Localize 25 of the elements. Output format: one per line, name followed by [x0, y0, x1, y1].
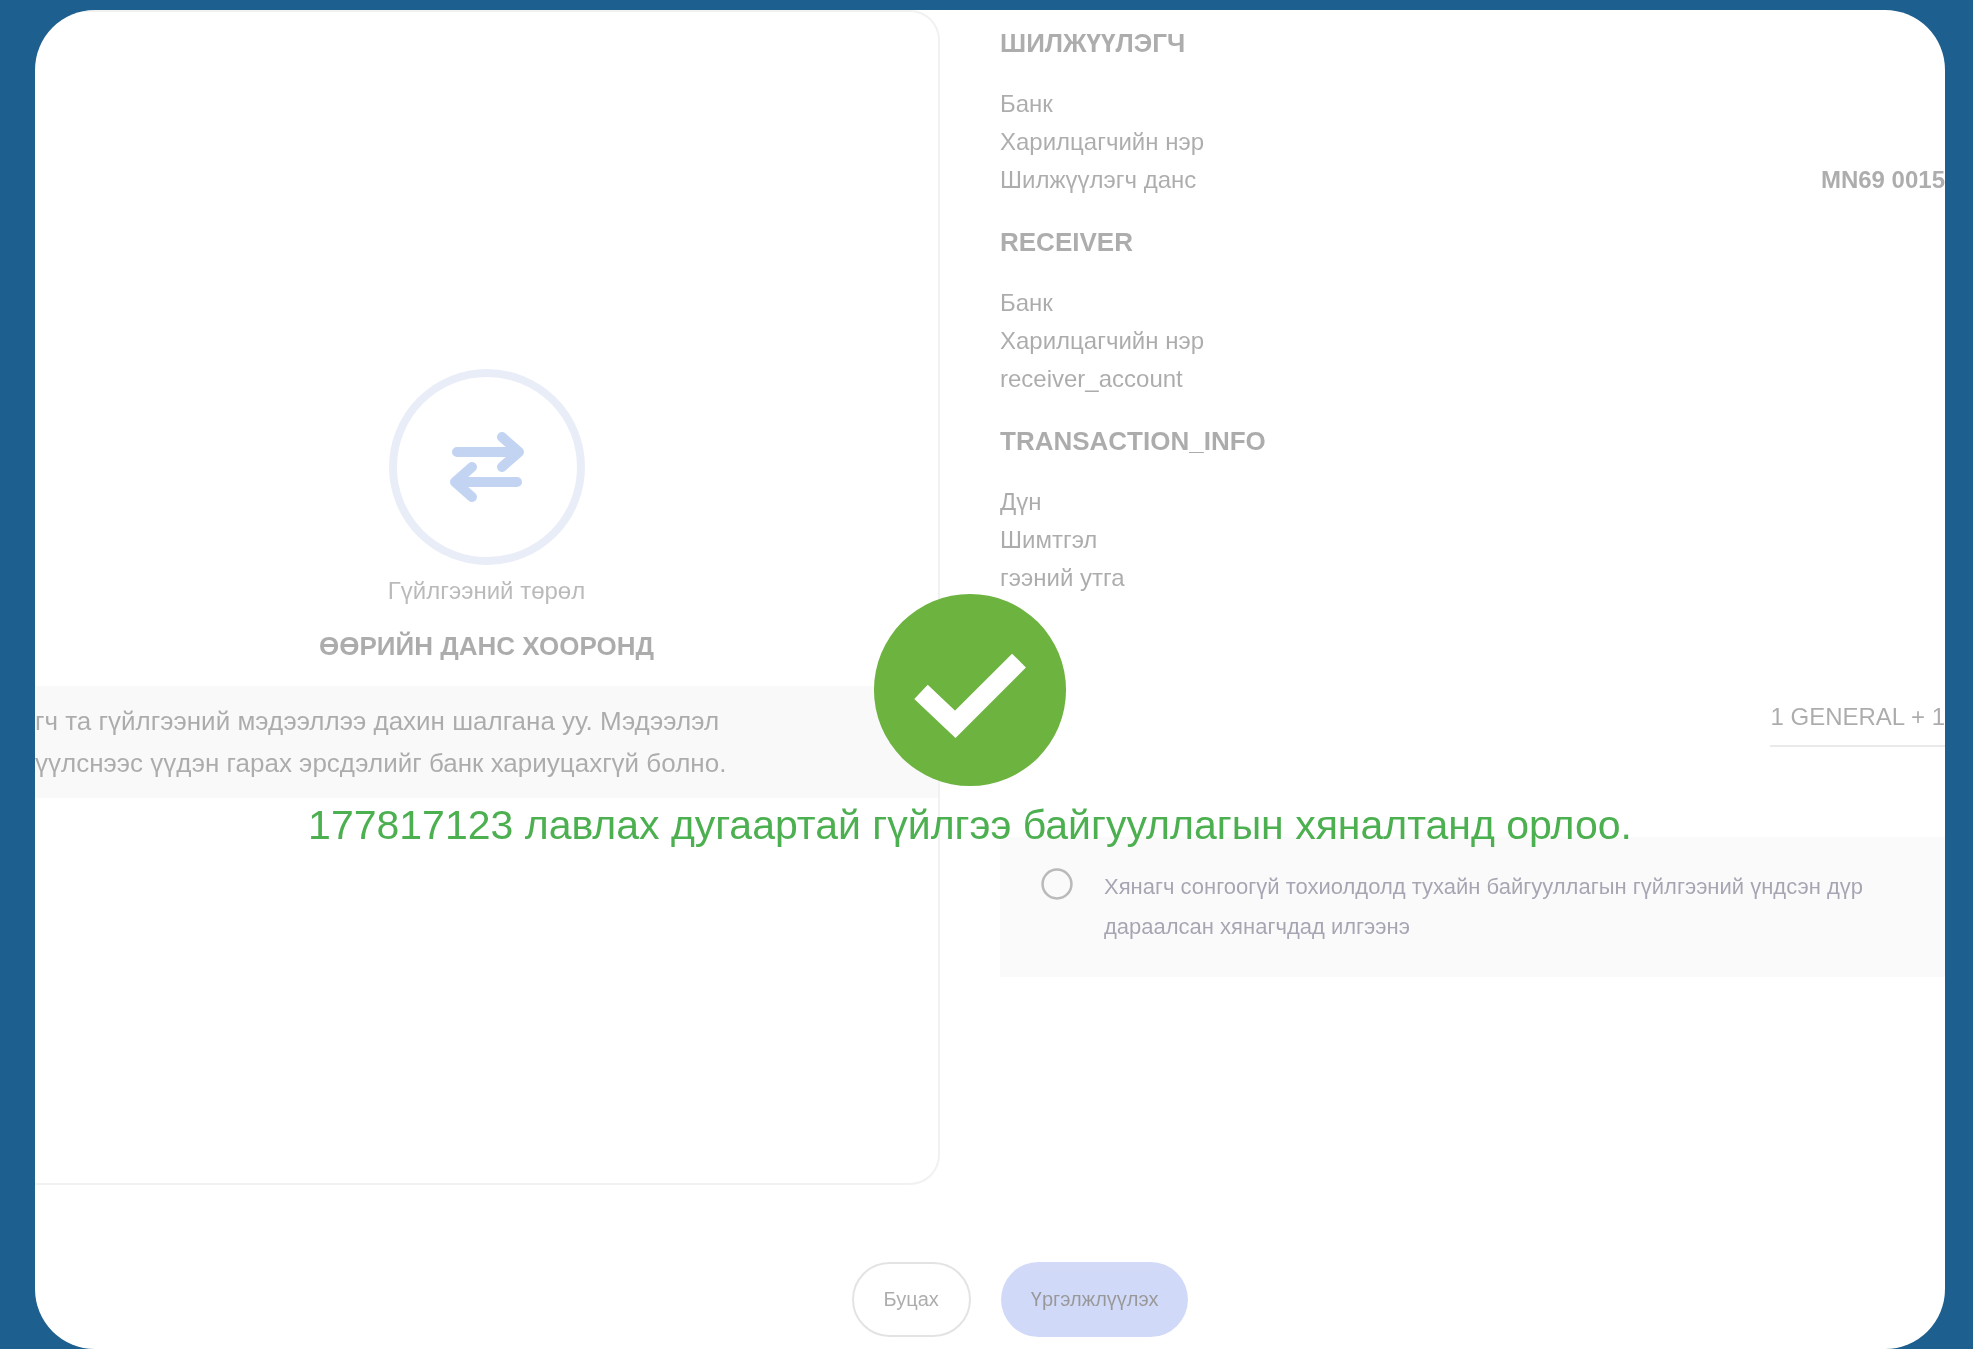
row-label: Харилцагчийн нэр: [1000, 326, 1205, 356]
row-label: Шимтгэл: [1000, 525, 1098, 555]
type-value: ӨӨРИЙН ДАНС ХООРОНД: [319, 631, 654, 662]
transfer-arrows-icon: [386, 367, 587, 567]
row-label: Харилцагчийн нэр: [1000, 127, 1205, 157]
row-label: Банк: [1000, 89, 1053, 119]
warning-text: гч та гүйлгээний мэдээллээ дахин шалгана уу. Мэдээлэл: [35, 705, 721, 738]
row-label: гээний утга: [1000, 563, 1125, 593]
type-label: Гүйлгээний төрөл: [387, 577, 586, 605]
row-label: Банк: [1000, 288, 1053, 318]
action-button[interactable]: Үргэлжлүүлэх: [1000, 1262, 1189, 1337]
success-message: 177817123 лавлах дугаартай гүйлгээ байгууллагын хяналтанд орлоо.: [308, 802, 1632, 849]
note-text: дараалсан хянагчдад илгээнэ: [1104, 913, 1411, 941]
note-text: Хянагч сонгоогүй тохиолдолд тухайн байгууллагын гүйлгээний үндсэн дүр: [1104, 873, 1863, 901]
row-label: Дүн: [1000, 487, 1042, 517]
row-label: Шилжүүлэгч данс: [1000, 165, 1197, 195]
warning-text: үүлснээс үүдэн гарах эрсдэлийг банк хариуцахгүй болно.: [35, 747, 728, 780]
section-title: RECEIVER: [1000, 227, 1134, 258]
row-value: MN69 0015: [1820, 165, 1945, 195]
row-label: receiver_account: [1000, 364, 1183, 394]
section-title: ШИЛЖҮҮЛЭГЧ: [1000, 28, 1187, 59]
section-title: TRANSACTION_INFO: [1000, 426, 1267, 457]
success-check-icon: [872, 592, 1068, 788]
approver-select[interactable]: 1 GENERAL + 1: [1770, 697, 1945, 747]
action-button[interactable]: Буцах: [851, 1262, 971, 1337]
